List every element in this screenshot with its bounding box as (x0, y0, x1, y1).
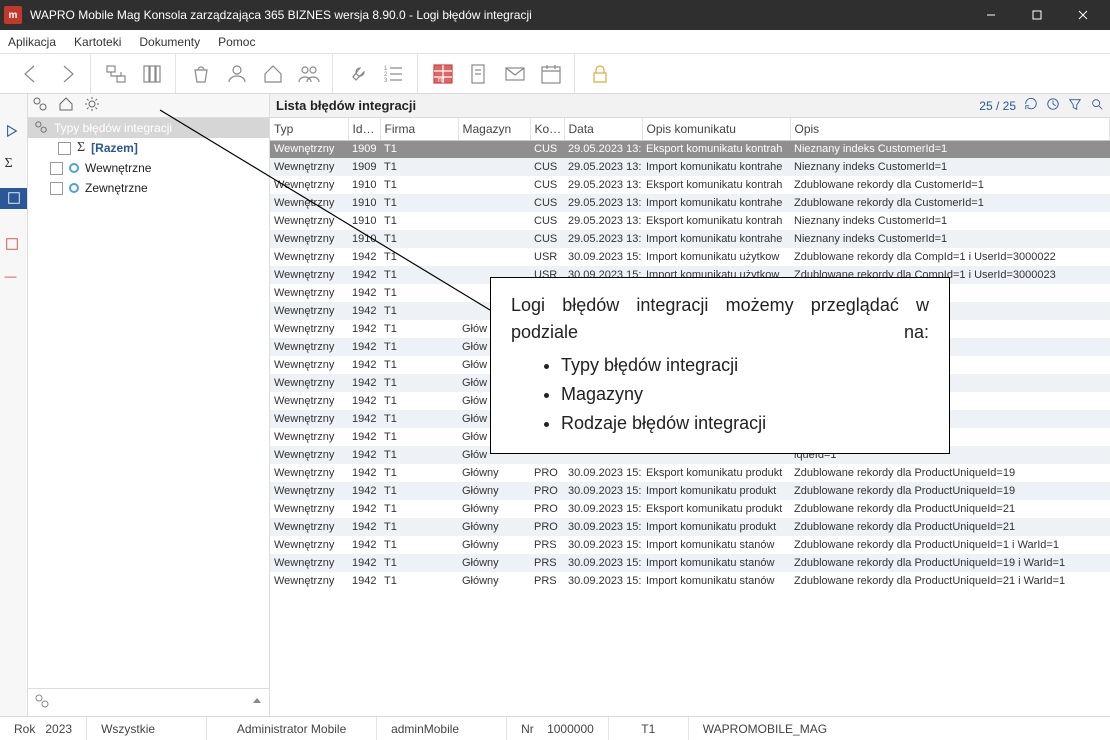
callout-bullet: Magazyny (561, 381, 929, 408)
callout-intro: Logi błędów integracji możemy przeglądać… (511, 292, 929, 346)
callout-box: Logi błędów integracji możemy przeglądać… (490, 277, 950, 454)
callout-bullet: Rodzaje błędów integracji (561, 410, 929, 437)
callout-bullet: Typy błędów integracji (561, 352, 929, 379)
